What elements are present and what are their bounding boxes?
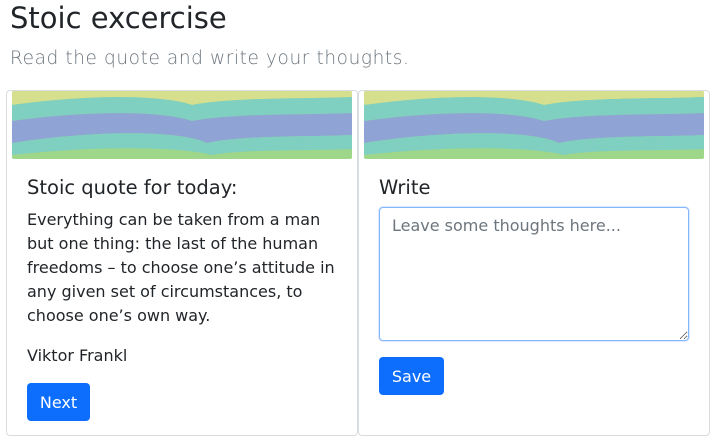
page-title: Stoic excercise [10, 1, 227, 35]
quote-author: Viktor Frankl [27, 346, 128, 365]
page-subtitle: Read the quote and write your thoughts. [10, 48, 410, 69]
write-heading: Write [379, 176, 431, 199]
wave-pattern-image [364, 91, 704, 159]
next-button[interactable]: Next [27, 383, 90, 421]
wave-pattern-image [12, 91, 352, 159]
banner-image [364, 91, 704, 159]
write-card: Write Save [358, 90, 710, 436]
quote-heading: Stoic quote for today: [27, 176, 238, 199]
save-button[interactable]: Save [379, 357, 444, 395]
thoughts-textarea[interactable] [379, 207, 689, 341]
quote-text: Everything can be taken from a man but o… [27, 210, 335, 325]
quote-card: Stoic quote for today: Everything can be… [6, 90, 358, 436]
banner-image [12, 91, 352, 159]
